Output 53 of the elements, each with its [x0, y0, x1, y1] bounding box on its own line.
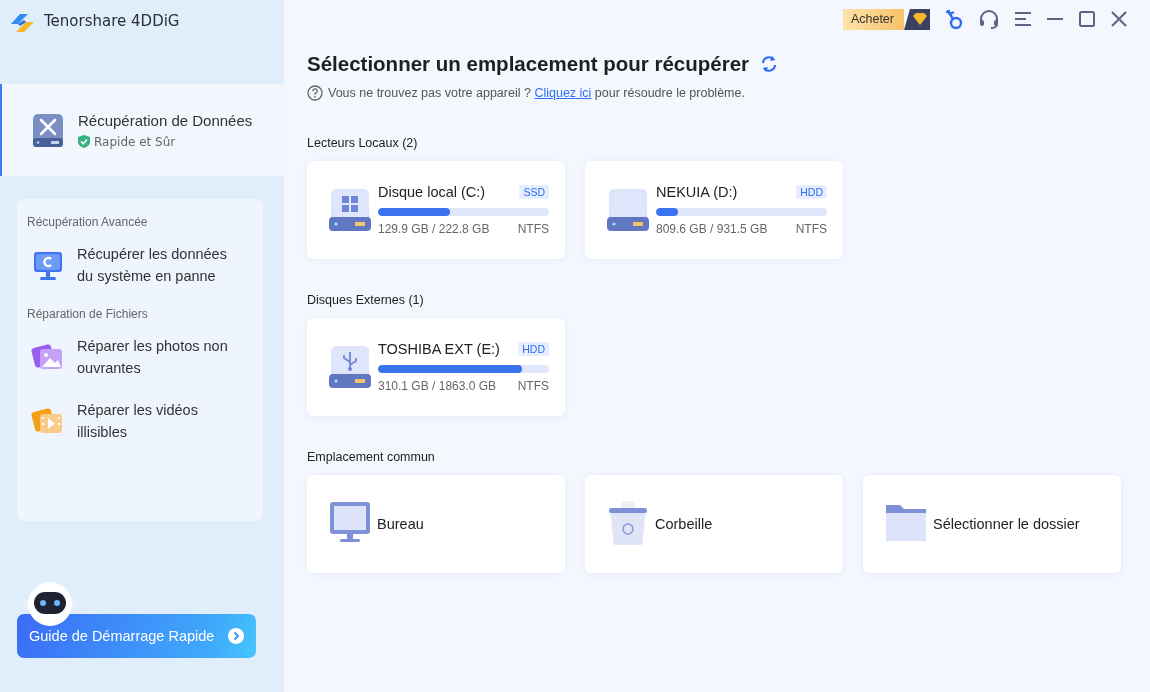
location-label: Corbeille	[655, 516, 713, 532]
help-icon	[307, 85, 323, 101]
monitor-refresh-icon	[31, 249, 65, 281]
section-heading: Disques Externes (1)	[307, 293, 425, 307]
robot-icon	[22, 580, 78, 626]
drive-card[interactable]: TOSHIBA EXT (E:) HDD 310.1 GB / 1863.0 GB NTFS	[307, 318, 565, 416]
sidebar-item[interactable]: Réparer les vidéos illisibles	[27, 399, 253, 443]
file-system: NTFS	[517, 379, 549, 393]
guide-button[interactable]: Guide de Démarrage Rapide	[17, 614, 256, 658]
usb-drive-icon	[329, 344, 371, 390]
key-icon[interactable]	[944, 8, 964, 30]
windows-drive-icon	[329, 187, 371, 233]
drive-usage: 809.6 GB / 931.5 GB	[656, 222, 768, 236]
help-link[interactable]: Cliquez ici	[534, 86, 592, 100]
drive-type-tag: SSD	[519, 185, 549, 199]
maximize-icon[interactable]	[1078, 10, 1096, 28]
drive-usage: 310.1 GB / 1863.0 GB	[378, 379, 497, 393]
location-card[interactable]: Corbeille	[585, 475, 843, 573]
headset-icon[interactable]	[978, 9, 1000, 29]
section-heading: Récupération Avancée	[27, 215, 149, 229]
diamond-icon	[904, 8, 930, 30]
sidebar-item[interactable]: Récupération de Données Rapide et Sûr	[0, 84, 284, 176]
chevron-circle-icon	[228, 628, 244, 644]
drive-tools-icon	[30, 112, 66, 148]
item-subtitle: Rapide et Sûr	[94, 134, 176, 149]
trash-icon	[607, 501, 649, 547]
shield-check-icon	[78, 135, 90, 148]
menu-icon[interactable]	[1014, 11, 1032, 27]
drive-name: TOSHIBA EXT (E:)	[378, 341, 500, 357]
file-system: NTFS	[795, 222, 827, 236]
drive-name: Disque local (C:)	[378, 184, 486, 200]
drive-name: NEKUIA (D:)	[656, 184, 738, 200]
section-heading: Réparation de Fichiers	[27, 307, 149, 321]
drive-type-tag: HDD	[518, 342, 549, 356]
help-text: Vous ne trouvez pas votre appareil ? Cliquez ici pour résoudre le problème.	[328, 86, 745, 100]
item-title: Récupération de Données	[78, 111, 253, 129]
drive-card[interactable]: Disque local (C:) SSD 129.9 GB / 222.8 GB NTFS	[307, 161, 565, 259]
sidebar-item[interactable]: Réparer les photos non ouvrantes	[27, 335, 253, 379]
location-label: Sélectionner le dossier	[933, 516, 1080, 532]
hard-drive-icon	[607, 187, 649, 233]
location-card[interactable]: Bureau	[307, 475, 565, 573]
drive-type-tag: HDD	[796, 185, 827, 199]
close-icon[interactable]	[1110, 10, 1128, 28]
sidebar-item[interactable]: Récupérer les données du système en panne	[27, 243, 253, 287]
app-title: Tenorshare 4DDiG	[44, 12, 180, 30]
section-heading: Emplacement commun	[307, 450, 436, 464]
file-system: NTFS	[517, 222, 549, 236]
page-title: Sélectionner un emplacement pour récupérer	[307, 52, 750, 76]
location-label: Bureau	[377, 516, 424, 532]
location-card[interactable]: Sélectionner le dossier	[863, 475, 1121, 573]
drive-card[interactable]: NEKUIA (D:) HDD 809.6 GB / 931.5 GB NTFS	[585, 161, 843, 259]
section-heading: Lecteurs Locaux (2)	[307, 136, 419, 150]
drive-usage: 129.9 GB / 222.8 GB	[378, 222, 490, 236]
